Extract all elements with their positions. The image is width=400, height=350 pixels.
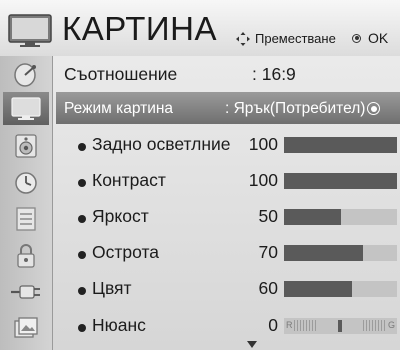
- satellite-dish-icon: [14, 62, 36, 87]
- ok-hint: OK: [352, 30, 388, 46]
- tv-picture-icon: [11, 96, 41, 120]
- scroll-down-arrow-icon[interactable]: [247, 341, 257, 348]
- color-label: Цвят: [92, 278, 132, 298]
- settings-icon: [16, 206, 36, 231]
- sidebar-item-lock[interactable]: [3, 239, 49, 272]
- ok-label: OK: [368, 30, 389, 46]
- backlight-value: 100: [248, 134, 278, 154]
- sharpness-slider-fill: [284, 245, 364, 261]
- sidebar-item-picture[interactable]: [3, 92, 49, 125]
- color-row[interactable]: Цвят 60: [56, 272, 400, 306]
- sidebar-item-audio[interactable]: [3, 129, 49, 162]
- backlight-label: Задно осветлние: [92, 134, 231, 154]
- bullet-icon: [78, 287, 86, 295]
- bullet-icon: [78, 251, 86, 259]
- sidebar-item-time[interactable]: [3, 166, 49, 199]
- color-slider-fill: [284, 281, 352, 297]
- picture-menu-screen: КАРТИНА Преместване OK Съотношение: 16:…: [0, 0, 400, 350]
- contrast-label: Контраст: [92, 170, 166, 190]
- sharpness-label: Острота: [92, 242, 160, 262]
- picture-mode-label: Режим картина: [64, 100, 174, 117]
- bullet-icon: [78, 179, 86, 187]
- brightness-slider-fill: [284, 209, 341, 225]
- tint-row[interactable]: Нюанс 0 R G: [56, 309, 400, 343]
- tint-red-label: R: [286, 320, 293, 330]
- brightness-value: 50: [258, 206, 278, 226]
- sidebar-item-options[interactable]: [3, 202, 49, 235]
- contrast-slider-fill: [284, 173, 397, 189]
- bullet-icon: [78, 215, 86, 223]
- backlight-slider-fill: [284, 137, 397, 153]
- move-hint: Преместване: [236, 31, 336, 46]
- picture-settings-list: Съотношение : 16:9 Режим картина : Ярък(…: [56, 58, 400, 350]
- sharpness-row[interactable]: Острота 70: [56, 236, 400, 270]
- category-sidebar: [0, 56, 53, 350]
- backlight-row[interactable]: Задно осветлние 100: [56, 128, 400, 162]
- sharpness-slider[interactable]: [284, 245, 397, 261]
- aspect-ratio-label: Съотношение: [64, 64, 178, 84]
- menu-header: КАРТИНА Преместване OK: [0, 0, 400, 56]
- ok-button-icon: [352, 33, 361, 43]
- picture-mode-value-text: : Ярък(Потребител): [225, 100, 366, 117]
- navigate-arrows-icon: [236, 31, 250, 46]
- bullet-icon: [78, 324, 86, 332]
- tint-value: 0: [268, 315, 278, 335]
- backlight-slider[interactable]: [284, 137, 397, 153]
- sidebar-item-input[interactable]: [3, 275, 49, 308]
- contrast-slider[interactable]: [284, 173, 397, 189]
- contrast-row[interactable]: Контраст 100: [56, 164, 400, 198]
- brightness-slider[interactable]: [284, 209, 397, 225]
- color-slider[interactable]: [284, 281, 397, 297]
- tint-slider[interactable]: R G: [284, 318, 397, 334]
- bullet-icon: [78, 143, 86, 151]
- aspect-ratio-row[interactable]: Съотношение : 16:9: [56, 58, 400, 93]
- selected-radio-icon: [367, 102, 381, 116]
- clock-icon: [15, 171, 37, 194]
- tint-green-label: G: [387, 320, 395, 330]
- brightness-label: Яркост: [92, 206, 149, 226]
- sharpness-value: 70: [258, 242, 278, 262]
- tint-label: Нюанс: [92, 315, 146, 335]
- lock-icon: [17, 243, 35, 268]
- picture-mode-value: : Ярък(Потребител): [225, 100, 381, 118]
- tint-marker: [338, 320, 342, 332]
- input-plug-icon: [11, 284, 40, 299]
- sidebar-item-channels[interactable]: [3, 58, 49, 91]
- tv-icon: [8, 14, 52, 47]
- aspect-ratio-value: : 16:9: [252, 64, 296, 84]
- page-title: КАРТИНА: [62, 10, 217, 47]
- speaker-icon: [15, 133, 37, 158]
- brightness-row[interactable]: Яркост 50: [56, 200, 400, 234]
- usb-photo-icon: [14, 316, 38, 338]
- contrast-value: 100: [248, 170, 278, 190]
- move-hint-label: Преместване: [255, 31, 336, 46]
- sidebar-item-usb[interactable]: [3, 312, 49, 345]
- color-value: 60: [258, 278, 278, 298]
- picture-mode-row[interactable]: Режим картина : Ярък(Потребител): [56, 92, 400, 124]
